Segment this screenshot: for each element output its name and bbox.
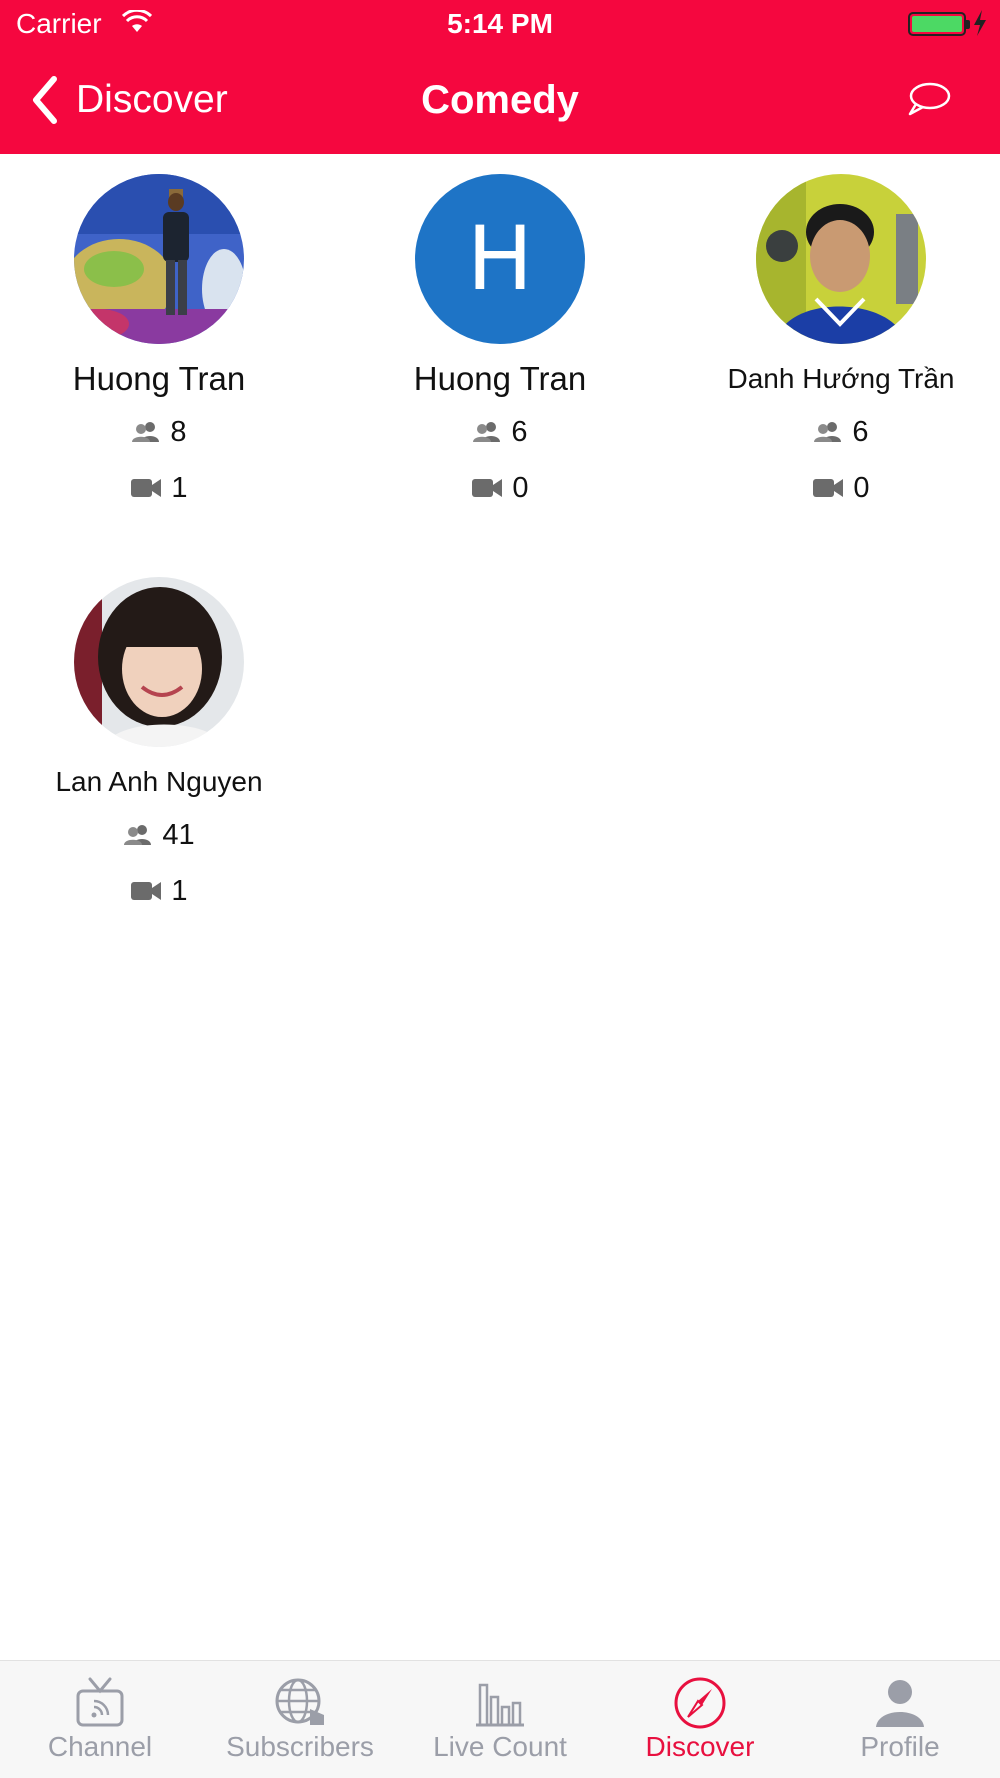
- people-icon: [473, 422, 501, 442]
- video-camera-icon: [131, 479, 162, 497]
- tv-icon: [76, 1677, 124, 1727]
- battery-icon: [908, 12, 970, 36]
- tab-label: Subscribers: [226, 1731, 374, 1762]
- subscriber-count: 6: [682, 404, 1000, 460]
- user-name: Danh Hướng Trần: [727, 363, 955, 394]
- user-name: Huong Tran: [72, 360, 246, 397]
- tab-live-count[interactable]: Live Count: [400, 1661, 600, 1778]
- video-camera-icon: [813, 479, 844, 497]
- bar-chart-icon: [476, 1683, 524, 1727]
- avatar: H: [415, 174, 585, 344]
- tab-discover[interactable]: Discover: [600, 1661, 800, 1778]
- tab-label: Live Count: [433, 1731, 567, 1762]
- video-count-value: 1: [171, 874, 188, 907]
- user-card[interactable]: Lan Anh Nguyen 41 1: [0, 557, 318, 919]
- user-card[interactable]: Danh Hướng Trần 6 0: [682, 154, 1000, 516]
- globe-icon: [275, 1678, 324, 1725]
- avatar: [74, 577, 244, 747]
- video-count: 1: [0, 460, 318, 516]
- user-card[interactable]: H Huong Tran 6 0: [341, 154, 659, 516]
- subscriber-count: 6: [341, 404, 659, 460]
- chat-bubble-icon[interactable]: [906, 80, 952, 120]
- compass-icon: [674, 1677, 726, 1729]
- video-count: 1: [0, 863, 318, 919]
- tab-bar: Channel Subscribers Live Count Discover: [0, 1660, 1000, 1778]
- tab-label: Channel: [47, 1731, 153, 1762]
- subscriber-count-value: 8: [170, 415, 187, 448]
- subscriber-count-value: 6: [511, 415, 528, 448]
- user-card[interactable]: Huong Tran 8 1: [0, 154, 318, 516]
- person-icon: [876, 1680, 924, 1727]
- tab-subscribers[interactable]: Subscribers: [200, 1661, 400, 1778]
- avatar: [756, 174, 926, 344]
- video-count-value: 1: [171, 471, 188, 504]
- video-count: 0: [341, 460, 659, 516]
- navigation-bar: Discover Comedy: [0, 50, 1000, 154]
- subscriber-count-value: 6: [852, 415, 869, 448]
- status-bar: Carrier 5:14 PM: [0, 0, 1000, 50]
- subscriber-count: 41: [0, 807, 318, 863]
- tab-label: Profile: [860, 1731, 940, 1762]
- user-grid: Huong Tran 8 1 H Huong Tran 6 0 Danh Hướ…: [0, 154, 1000, 1660]
- subscriber-count: 8: [0, 404, 318, 460]
- video-count-value: 0: [853, 471, 870, 504]
- video-camera-icon: [131, 882, 162, 900]
- people-icon: [814, 422, 842, 442]
- user-name: Huong Tran: [413, 360, 587, 397]
- people-icon: [124, 825, 152, 845]
- status-time: 5:14 PM: [447, 8, 553, 39]
- video-count: 0: [682, 460, 1000, 516]
- subscriber-count-value: 41: [162, 818, 195, 851]
- avatar: [74, 174, 244, 344]
- video-count-value: 0: [512, 471, 529, 504]
- header: Carrier 5:14 PM Discover Comedy: [0, 0, 1000, 154]
- user-name: Lan Anh Nguyen: [55, 766, 263, 797]
- charging-bolt-icon: [974, 10, 986, 36]
- tab-label: Discover: [645, 1731, 755, 1762]
- tab-profile[interactable]: Profile: [800, 1661, 1000, 1778]
- people-icon: [132, 422, 160, 442]
- page-title: Comedy: [421, 78, 579, 122]
- video-camera-icon: [472, 479, 503, 497]
- tab-channel[interactable]: Channel: [0, 1661, 200, 1778]
